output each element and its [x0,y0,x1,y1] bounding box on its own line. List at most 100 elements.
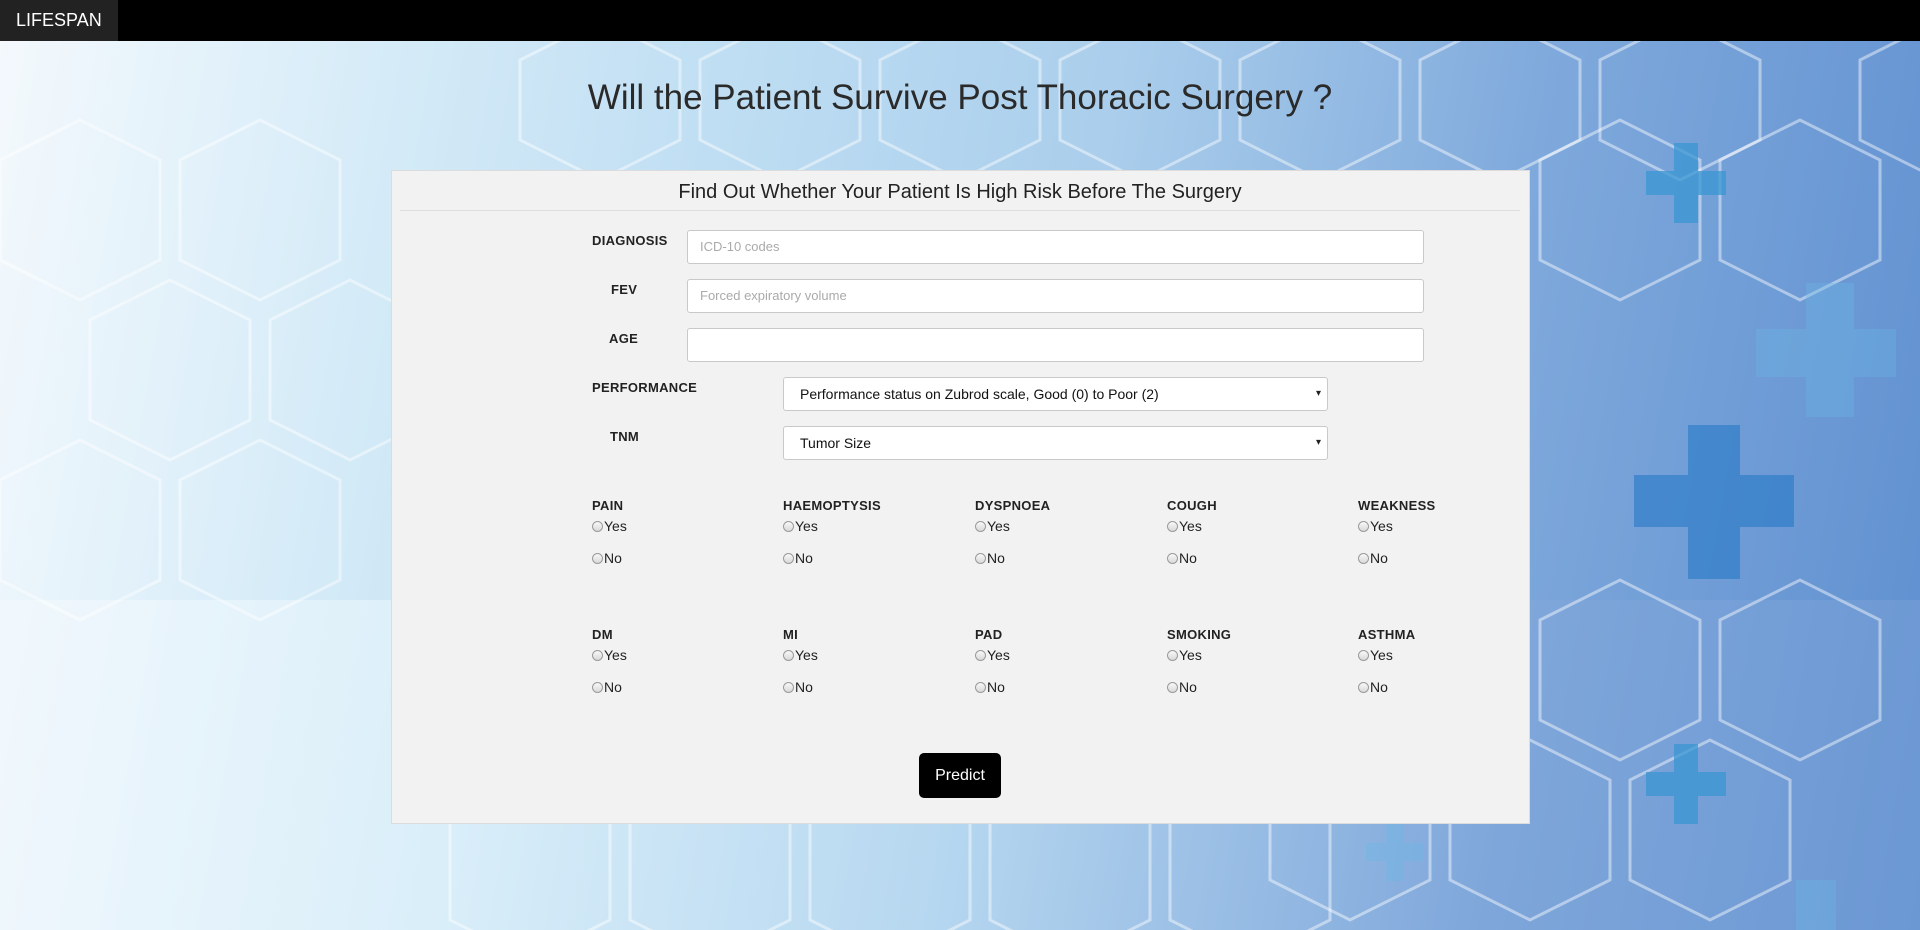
no-label: No [795,679,813,695]
haemoptysis-yes-option[interactable]: Yes [783,518,943,550]
diagnosis-label: DIAGNOSIS [592,233,668,248]
radio-button[interactable] [1167,650,1178,661]
dm-label: DM [592,627,613,642]
smoking-no-option[interactable]: No [1167,679,1327,711]
no-label: No [987,550,1005,566]
tnm-selected-value: Tumor Size [800,435,872,451]
radio-button[interactable] [783,650,794,661]
performance-select[interactable]: Performance status on Zubrod scale, Good… [783,377,1328,411]
chevron-down-icon: ▾ [1315,437,1321,448]
panel-title: Find Out Whether Your Patient Is High Ri… [400,181,1520,211]
radio-button[interactable] [592,553,603,564]
weakness-label: WEAKNESS [1358,498,1436,513]
smoking-radio-group: SMOKING Yes No [1167,627,1327,711]
yes-label: Yes [795,518,818,534]
dyspnoea-no-option[interactable]: No [975,550,1135,582]
pad-yes-option[interactable]: Yes [975,647,1135,679]
mi-label: MI [783,627,799,642]
radio-button[interactable] [783,521,794,532]
no-label: No [987,679,1005,695]
performance-selected-value: Performance status on Zubrod scale, Good… [800,386,1159,402]
no-label: No [604,550,622,566]
pad-label: PAD [975,627,1003,642]
radio-button[interactable] [592,521,603,532]
dyspnoea-yes-option[interactable]: Yes [975,518,1135,550]
pad-no-option[interactable]: No [975,679,1135,711]
radio-button[interactable] [1167,682,1178,693]
radio-button[interactable] [592,650,603,661]
fev-label: FEV [611,282,638,297]
no-label: No [1370,550,1388,566]
asthma-label: ASTHMA [1358,627,1416,642]
mi-yes-option[interactable]: Yes [783,647,943,679]
chevron-down-icon: ▾ [1315,388,1321,399]
cough-label: COUGH [1167,498,1217,513]
mi-radio-group: MI Yes No [783,627,943,711]
no-label: No [1179,679,1197,695]
weakness-no-option[interactable]: No [1358,550,1518,582]
diagnosis-input[interactable]: ICD-10 codes [687,230,1424,264]
no-label: No [604,679,622,695]
pain-no-option[interactable]: No [592,550,752,582]
page-headline: Will the Patient Survive Post Thoracic S… [587,78,1333,117]
yes-label: Yes [987,647,1010,663]
pad-radio-group: PAD Yes No [975,627,1135,711]
haemoptysis-radio-group: HAEMOPTYSIS Yes No [783,498,943,582]
age-input[interactable] [687,328,1424,362]
brand-logo-link[interactable]: LIFESPAN [0,0,118,41]
radio-button[interactable] [1358,521,1369,532]
radio-button[interactable] [975,650,986,661]
radio-button[interactable] [783,553,794,564]
radio-button[interactable] [1167,553,1178,564]
cough-yes-option[interactable]: Yes [1167,518,1327,550]
asthma-radio-group: ASTHMA Yes No [1358,627,1518,711]
smoking-yes-option[interactable]: Yes [1167,647,1327,679]
asthma-yes-option[interactable]: Yes [1358,647,1518,679]
dm-yes-option[interactable]: Yes [592,647,752,679]
cough-radio-group: COUGH Yes No [1167,498,1327,582]
radio-button[interactable] [975,553,986,564]
yes-label: Yes [604,647,627,663]
dm-radio-group: DM Yes No [592,627,752,711]
weakness-yes-option[interactable]: Yes [1358,518,1518,550]
predict-button[interactable]: Predict [919,753,1001,798]
mi-no-option[interactable]: No [783,679,943,711]
dyspnoea-label: DYSPNOEA [975,498,1051,513]
radio-button[interactable] [1358,553,1369,564]
yes-label: Yes [1370,518,1393,534]
yes-label: Yes [795,647,818,663]
dm-no-option[interactable]: No [592,679,752,711]
no-label: No [795,550,813,566]
dyspnoea-radio-group: DYSPNOEA Yes No [975,498,1135,582]
top-navbar: LIFESPAN [0,0,1920,41]
age-label: AGE [609,331,639,346]
radio-button[interactable] [1167,521,1178,532]
radio-button[interactable] [1358,650,1369,661]
tnm-label: TNM [610,429,640,444]
tnm-select[interactable]: Tumor Size ▾ [783,426,1328,460]
weakness-radio-group: WEAKNESS Yes No [1358,498,1518,582]
radio-button[interactable] [592,682,603,693]
radio-button[interactable] [975,682,986,693]
haemoptysis-label: HAEMOPTYSIS [783,498,881,513]
radio-button[interactable] [1358,682,1369,693]
fev-input[interactable]: Forced expiratory volume [687,279,1424,313]
no-label: No [1179,550,1197,566]
performance-label: PERFORMANCE [592,380,698,395]
radio-button[interactable] [975,521,986,532]
pain-yes-option[interactable]: Yes [592,518,752,550]
pain-radio-group: PAIN Yes No [592,498,752,582]
yes-label: Yes [987,518,1010,534]
haemoptysis-no-option[interactable]: No [783,550,943,582]
no-label: No [1370,679,1388,695]
yes-label: Yes [1179,647,1202,663]
prediction-form-panel: Find Out Whether Your Patient Is High Ri… [391,170,1530,824]
asthma-no-option[interactable]: No [1358,679,1518,711]
cough-no-option[interactable]: No [1167,550,1327,582]
yes-label: Yes [1370,647,1393,663]
yes-label: Yes [604,518,627,534]
yes-label: Yes [1179,518,1202,534]
radio-button[interactable] [783,682,794,693]
smoking-label: SMOKING [1167,627,1232,642]
pain-label: PAIN [592,498,624,513]
